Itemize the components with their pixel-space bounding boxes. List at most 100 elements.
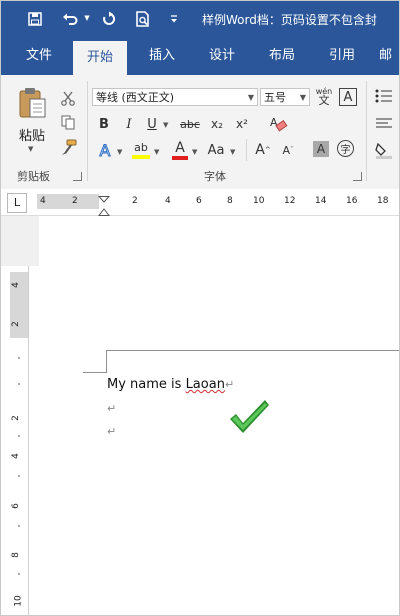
- undo-dropdown-icon[interactable]: ▼: [83, 13, 91, 23]
- word-window: ▼ 样例Word档：页码设置不包含封 文件 开始 插入 设计 布局 引用 邮 粘…: [0, 0, 400, 616]
- clipboard-group-label: 剪贴板: [17, 170, 50, 183]
- ruler-tick: 4: [165, 196, 171, 206]
- vruler-marks: [18, 357, 20, 575]
- document-line-2[interactable]: ↵: [107, 401, 116, 416]
- misspelled-word[interactable]: Laoan: [186, 377, 225, 392]
- tab-design[interactable]: 设计: [197, 37, 247, 75]
- change-case-dropdown-icon[interactable]: ▼: [230, 148, 235, 156]
- ruler-tick: 10: [253, 196, 265, 206]
- horizontal-ruler[interactable]: L 4 2 2 4 6 8 10 12 14 16 18: [1, 189, 399, 224]
- clipboard-separator: [87, 81, 88, 181]
- grow-font-text: A: [255, 142, 265, 158]
- font-separator: [366, 81, 367, 181]
- document-line-3[interactable]: ↵: [107, 424, 116, 439]
- font-size-value: 五号: [264, 91, 286, 104]
- chevron-down-icon: ▼: [247, 93, 254, 102]
- ruler-tick: 8: [227, 196, 233, 206]
- highlight-button[interactable]: ab: [131, 139, 151, 161]
- paragraph-mark-icon: ↵: [107, 425, 117, 438]
- clipboard-launcher-icon[interactable]: [73, 172, 82, 181]
- change-case-button[interactable]: Aa: [205, 140, 227, 160]
- tab-selector-button[interactable]: L: [7, 193, 27, 213]
- tab-home[interactable]: 开始: [73, 41, 127, 75]
- save-icon[interactable]: [27, 11, 43, 27]
- print-preview-icon[interactable]: [134, 10, 152, 28]
- phonetic-guide-button[interactable]: wén 文: [314, 84, 334, 108]
- font-color-button[interactable]: A: [171, 139, 189, 161]
- paragraph-shading-icon[interactable]: [373, 139, 393, 161]
- document-text: My name is: [107, 377, 186, 392]
- highlight-color-bar: [132, 155, 150, 159]
- font-size-select[interactable]: 五号 ▼: [260, 88, 310, 106]
- caret-up-icon: ^: [264, 146, 271, 154]
- grow-font-button[interactable]: A ^: [254, 139, 272, 161]
- tab-references[interactable]: 引用: [317, 37, 367, 75]
- ruler-tick: 16: [346, 196, 358, 206]
- format-painter-icon[interactable]: [58, 137, 80, 157]
- strikethrough-button[interactable]: abc: [178, 115, 202, 133]
- paste-button[interactable]: 粘贴: [15, 125, 49, 144]
- ribbon-tabs: 文件 开始 插入 设计 布局 引用 邮: [1, 37, 399, 75]
- font-group-label: 字体: [204, 170, 226, 183]
- bullets-icon[interactable]: [373, 86, 393, 106]
- underline-dropdown-icon[interactable]: ▼: [163, 121, 168, 129]
- underline-button[interactable]: U: [144, 115, 160, 133]
- cut-icon[interactable]: [58, 89, 78, 107]
- character-shading-button[interactable]: A: [313, 141, 329, 157]
- text-effects-dropdown-icon[interactable]: ▼: [117, 148, 122, 156]
- italic-button[interactable]: I: [121, 115, 137, 133]
- subscript-button[interactable]: x₂: [207, 115, 227, 133]
- caret-down-icon: ˇ: [290, 146, 294, 154]
- paste-icon[interactable]: [15, 85, 49, 121]
- shrink-font-text: A: [282, 143, 291, 157]
- tab-file[interactable]: 文件: [15, 37, 63, 75]
- font-color-bar: [172, 155, 188, 160]
- ruler-tick: 6: [196, 196, 202, 206]
- font-color-dropdown-icon[interactable]: ▼: [192, 148, 197, 156]
- text-effects-button[interactable]: A: [96, 139, 114, 161]
- align-left-icon[interactable]: [373, 115, 393, 133]
- page-margin-corner: [106, 350, 399, 351]
- document-line-1[interactable]: My name is Laoan↵: [107, 377, 234, 392]
- ruler-tick: 2: [132, 196, 138, 206]
- title-bar: ▼ 样例Word档：页码设置不包含封: [1, 1, 399, 37]
- tab-insert[interactable]: 插入: [137, 37, 187, 75]
- page-margin-corner-left: [83, 372, 107, 373]
- ruler-tick: 12: [284, 196, 296, 206]
- vertical-ruler[interactable]: 4 2 2 4 6 8 10: [10, 266, 29, 615]
- chevron-down-icon: ▼: [299, 93, 306, 102]
- ruler-tick: 4: [40, 196, 46, 206]
- phonetic-bottom-text: 文: [318, 94, 330, 107]
- paste-dropdown-icon[interactable]: ▼: [28, 145, 33, 153]
- window-title: 样例Word档：页码设置不包含封: [202, 13, 377, 27]
- paragraph-mark-icon: ↵: [224, 378, 235, 391]
- ruler-tick: 2: [72, 196, 78, 206]
- document-page[interactable]: [39, 266, 399, 615]
- font-name-value: 等线 (西文正文): [96, 91, 175, 104]
- highlight-dropdown-icon[interactable]: ▼: [154, 148, 159, 156]
- clear-formatting-icon[interactable]: A: [267, 113, 289, 135]
- shrink-font-button[interactable]: Aˇ: [279, 139, 297, 161]
- enclose-characters-button[interactable]: 字: [337, 140, 354, 157]
- font-inner-separator: [246, 139, 247, 161]
- superscript-button[interactable]: x²: [232, 115, 252, 133]
- tab-mailings[interactable]: 邮: [379, 37, 399, 75]
- font-color-text: A: [175, 139, 185, 156]
- font-launcher-icon[interactable]: [353, 172, 362, 181]
- ruler-margin-area: [37, 194, 99, 209]
- bold-button[interactable]: B: [96, 115, 112, 133]
- font-name-select[interactable]: 等线 (西文正文) ▼: [92, 88, 258, 106]
- ruler-tick: 14: [315, 196, 327, 206]
- redo-icon[interactable]: [100, 10, 118, 28]
- tab-layout[interactable]: 布局: [257, 37, 307, 75]
- undo-icon[interactable]: [61, 10, 79, 28]
- copy-icon[interactable]: [58, 113, 78, 131]
- green-checkmark-icon: [227, 397, 271, 441]
- character-border-button[interactable]: A: [339, 88, 357, 106]
- customize-icon[interactable]: [169, 13, 179, 25]
- previous-page-bottom: [39, 216, 399, 266]
- ribbon-home: 粘贴 ▼ 剪贴板 等线 (西文正文) ▼ 五号 ▼ wén 文 A B I U: [1, 75, 399, 190]
- paragraph-mark-icon: ↵: [107, 402, 117, 415]
- highlight-text: ab: [134, 141, 148, 154]
- page-margin-corner-vertical: [106, 350, 107, 372]
